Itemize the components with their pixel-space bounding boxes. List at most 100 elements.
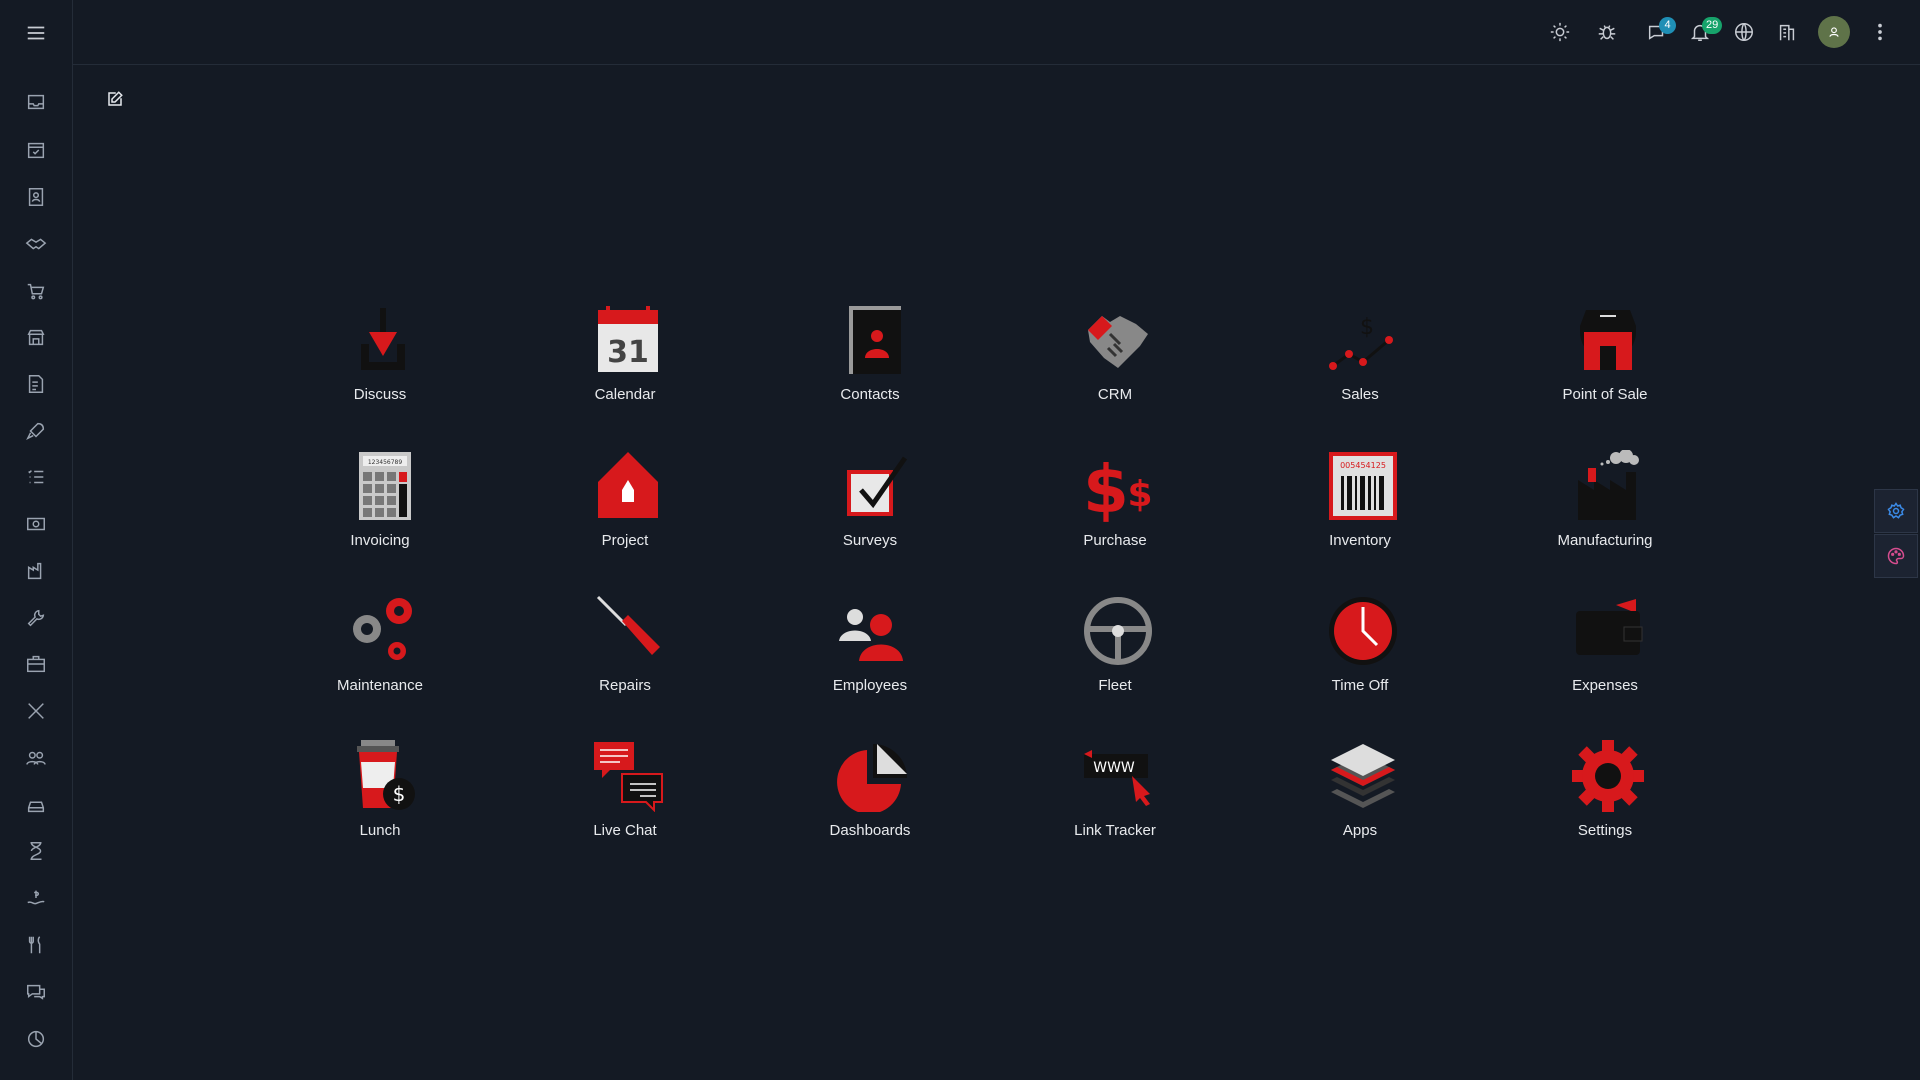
app-label: Lunch <box>359 822 401 839</box>
car-icon[interactable] <box>16 787 56 823</box>
app-inventory[interactable]: 005454125 Inventory <box>1260 450 1460 570</box>
www-text: WWW <box>1093 760 1135 776</box>
left-sidebar <box>0 0 73 1080</box>
app-label: Contacts <box>840 386 900 403</box>
building-icon[interactable] <box>1769 14 1805 50</box>
app-dashboards[interactable]: Dashboards <box>770 740 970 860</box>
people-icon[interactable] <box>16 740 56 776</box>
app-manufacturing[interactable]: Manufacturing <box>1505 450 1705 570</box>
app-discuss[interactable]: Discuss <box>280 304 480 424</box>
sun-icon[interactable] <box>1542 14 1578 50</box>
inbox-icon[interactable] <box>16 84 56 120</box>
expenses-icon <box>1576 599 1643 655</box>
hand-dollar-icon[interactable] <box>16 880 56 916</box>
app-label: Time Off <box>1331 677 1389 694</box>
maintenance-icon <box>353 598 412 660</box>
app-purchase[interactable]: $ $ Purchase <box>1015 450 1215 570</box>
list-check-icon[interactable] <box>16 459 56 495</box>
app-label: Inventory <box>1329 532 1391 549</box>
app-label: Discuss <box>353 386 407 403</box>
inventory-icon: 005454125 <box>1329 452 1397 520</box>
calendar-day: 31 <box>607 335 649 370</box>
chat-badge: 4 <box>1659 17 1676 34</box>
rocket-icon[interactable] <box>16 413 56 449</box>
settings-icon <box>1572 740 1644 812</box>
notifications-badge: 29 <box>1702 17 1723 34</box>
surveys-icon <box>847 456 908 516</box>
money-icon[interactable] <box>16 506 56 542</box>
app-label: Manufacturing <box>1557 532 1653 549</box>
more-vertical-icon[interactable] <box>1862 14 1898 50</box>
time-off-icon <box>1329 597 1397 665</box>
app-employees[interactable]: Employees <box>770 595 970 715</box>
pos-icon <box>1580 310 1636 370</box>
app-label: Invoicing <box>350 532 410 549</box>
user-icon <box>1829 27 1839 37</box>
svg-text:$: $ <box>1360 315 1374 340</box>
app-repairs[interactable]: Repairs <box>525 595 725 715</box>
app-expenses[interactable]: Expenses <box>1505 595 1705 715</box>
store-icon[interactable] <box>16 319 56 355</box>
app-calendar[interactable]: 31 Calendar <box>525 304 725 424</box>
app-live-chat[interactable]: Live Chat <box>525 740 725 860</box>
app-link-tracker[interactable]: WWW Link Tracker <box>1015 740 1215 860</box>
handshake-icon[interactable] <box>16 226 56 262</box>
app-contacts[interactable]: Contacts <box>770 304 970 424</box>
bell-icon[interactable]: 29 <box>1682 14 1723 50</box>
hourglass-icon[interactable] <box>16 833 56 869</box>
edit-icon[interactable] <box>102 86 128 112</box>
theme-palette-tab[interactable] <box>1874 534 1918 578</box>
purchase-icon: $$ <box>1083 451 1153 522</box>
app-label: Point of Sale <box>1562 386 1648 403</box>
contact-card-icon[interactable] <box>16 179 56 215</box>
dashboards-icon <box>837 744 907 812</box>
app-label: Dashboards <box>829 822 911 839</box>
tools-icon[interactable] <box>16 693 56 729</box>
app-label: Fleet <box>1098 677 1132 694</box>
app-label: Live Chat <box>593 822 657 839</box>
app-label: Settings <box>1577 822 1633 839</box>
settings-side-tab[interactable] <box>1874 489 1918 533</box>
app-surveys[interactable]: Surveys <box>770 450 970 570</box>
calendar-icon: 31 <box>598 306 658 372</box>
contacts-icon <box>849 306 901 374</box>
calendar-check-icon[interactable] <box>16 132 56 168</box>
chat-bubble-icon[interactable]: 4 <box>1639 14 1676 50</box>
app-apps[interactable]: Apps <box>1260 740 1460 860</box>
menu-icon[interactable] <box>16 15 56 51</box>
user-avatar[interactable] <box>1818 16 1850 48</box>
svg-text:$: $ <box>1083 451 1129 522</box>
svg-text:$: $ <box>1127 474 1152 515</box>
factory-icon[interactable] <box>16 553 56 589</box>
invoicing-icon: 123456789 <box>359 452 411 520</box>
crm-icon <box>1088 316 1148 368</box>
live-chat-icon <box>594 742 663 812</box>
invoice-icon[interactable] <box>16 366 56 402</box>
bug-icon[interactable] <box>1589 14 1625 50</box>
app-project[interactable]: Project <box>525 450 725 570</box>
app-invoicing[interactable]: 123456789 Invoicing <box>280 450 480 570</box>
app-maintenance[interactable]: Maintenance <box>280 595 480 715</box>
app-label: Surveys <box>842 532 898 549</box>
app-settings[interactable]: Settings <box>1505 740 1705 860</box>
pie-chart-icon[interactable] <box>16 1021 56 1057</box>
app-label: Calendar <box>594 386 656 403</box>
app-time-off[interactable]: Time Off <box>1260 595 1460 715</box>
barcode-number: 005454125 <box>1340 461 1386 470</box>
apps-icon <box>1331 744 1395 808</box>
utensils-icon[interactable] <box>16 927 56 963</box>
cart-icon[interactable] <box>16 273 56 309</box>
app-label: Employees <box>832 677 908 694</box>
app-point-of-sale[interactable]: Point of Sale <box>1505 304 1705 424</box>
link-tracker-icon: WWW <box>1084 750 1150 806</box>
app-label: Expenses <box>1572 677 1638 694</box>
globe-icon[interactable] <box>1726 14 1762 50</box>
wrench-icon[interactable] <box>16 600 56 636</box>
briefcase-icon[interactable] <box>16 646 56 682</box>
app-crm[interactable]: CRM <box>1015 304 1215 424</box>
app-lunch[interactable]: $ Lunch <box>280 740 480 860</box>
chat-icon[interactable] <box>16 974 56 1010</box>
svg-text:$: $ <box>393 782 406 806</box>
app-sales[interactable]: $ Sales <box>1260 304 1460 424</box>
app-fleet[interactable]: Fleet <box>1015 595 1215 715</box>
